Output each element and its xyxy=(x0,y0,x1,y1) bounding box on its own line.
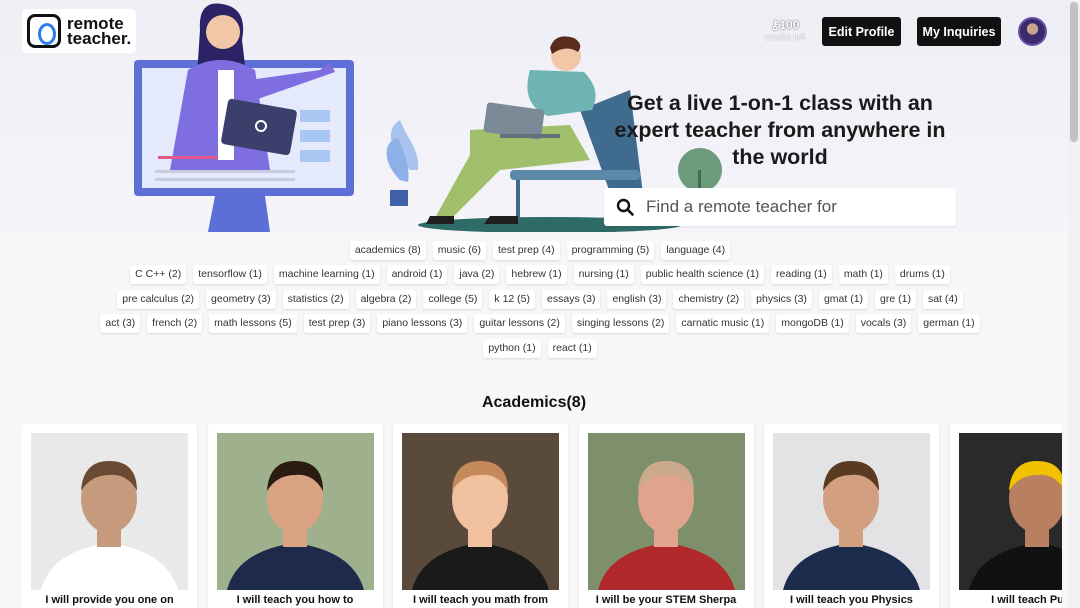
category-tag[interactable]: singing lessons (2) xyxy=(571,314,670,334)
credits-count: 100 xyxy=(779,18,800,32)
search-input[interactable] xyxy=(646,197,936,217)
category-tag[interactable]: reading (1) xyxy=(771,265,832,285)
scrollbar-thumb[interactable] xyxy=(1070,2,1078,142)
tag-row: python (1) react (1) xyxy=(100,336,980,361)
category-tag[interactable]: english (3) xyxy=(607,289,667,309)
search-bar[interactable] xyxy=(604,188,956,226)
category-tag[interactable]: physics (3) xyxy=(751,289,812,309)
category-tag[interactable]: math lessons (5) xyxy=(209,314,297,334)
teacher-card[interactable]: I will teach you how to xyxy=(207,424,383,608)
category-tag[interactable]: statistics (2) xyxy=(282,289,349,309)
page-scrollbar[interactable] xyxy=(1068,0,1080,608)
teacher-photo xyxy=(773,433,930,590)
tag-row: pre calculus (2) geometry (3) statistics (… xyxy=(100,287,980,312)
teacher-card-caption: I will teach Public xyxy=(991,594,1062,606)
category-tag[interactable]: act (3) xyxy=(100,314,141,334)
category-tag[interactable]: academics (8) xyxy=(349,240,426,260)
category-tag[interactable]: pre calculus (2) xyxy=(117,289,200,309)
logo-text: remote teacher. xyxy=(67,14,132,48)
category-tag[interactable]: java (2) xyxy=(454,265,500,285)
category-tags: academics (8) music (6) test prep (4) progr… xyxy=(100,238,980,361)
teacher-photo xyxy=(587,433,745,590)
search-icon xyxy=(616,198,634,216)
category-tag[interactable]: sat (4) xyxy=(922,289,963,309)
category-tag[interactable]: gmat (1) xyxy=(818,289,869,309)
tag-row: act (3) french (2) math lessons (5) test pr… xyxy=(100,312,980,337)
category-tag[interactable]: programming (5) xyxy=(566,240,655,260)
hero-title: Get a live 1-on-1 class with an expert t… xyxy=(614,91,946,169)
category-tag[interactable]: vocals (3) xyxy=(855,314,912,334)
teacher-card-caption: I will teach you Physics xyxy=(790,594,913,606)
teacher-card[interactable]: I will be your STEM Sherpa xyxy=(578,424,754,608)
category-tag[interactable]: test prep (4) xyxy=(492,240,560,260)
hero-banner: remote teacher. ⚷100 credits left Edit P… xyxy=(0,0,1068,232)
category-tag[interactable]: machine learning (1) xyxy=(273,265,380,285)
teacher-card[interactable]: I will teach Public xyxy=(949,424,1062,608)
page: remote teacher. ⚷100 credits left Edit P… xyxy=(0,0,1080,608)
credits-label: credits left xyxy=(764,32,806,42)
category-tag[interactable]: mongoDB (1) xyxy=(776,314,849,334)
category-tag[interactable]: nursing (1) xyxy=(573,265,634,285)
category-tag[interactable]: tensorflow (1) xyxy=(193,265,267,285)
category-tag[interactable]: python (1) xyxy=(483,338,541,358)
category-tag[interactable]: gre (1) xyxy=(875,289,916,309)
logo-icon xyxy=(27,14,61,48)
brand-logo[interactable]: remote teacher. xyxy=(22,9,136,53)
category-tag[interactable]: drums (1) xyxy=(894,265,950,285)
category-tag[interactable]: college (5) xyxy=(423,289,483,309)
teacher-card-caption: I will provide you one on xyxy=(45,594,174,606)
teacher-photo xyxy=(31,433,188,590)
category-tag[interactable]: public health science (1) xyxy=(640,265,765,285)
category-tag[interactable]: algebra (2) xyxy=(355,289,417,309)
section-title: Academics(8) xyxy=(481,394,587,411)
category-tag[interactable]: android (1) xyxy=(386,265,448,285)
category-tag[interactable]: essays (3) xyxy=(542,289,601,309)
category-tag[interactable]: hebrew (1) xyxy=(506,265,567,285)
category-tag[interactable]: react (1) xyxy=(547,338,597,358)
credits-indicator: ⚷100 credits left xyxy=(760,18,810,42)
edit-profile-button[interactable]: Edit Profile xyxy=(822,17,901,46)
user-avatar[interactable] xyxy=(1018,17,1047,46)
category-tag[interactable]: music (6) xyxy=(432,240,486,260)
category-tag[interactable]: chemistry (2) xyxy=(673,289,745,309)
category-tag[interactable]: language (4) xyxy=(661,240,731,260)
teacher-cards-carousel: I will provide you one on I will teach yo… xyxy=(22,424,1062,608)
teacher-card[interactable]: I will teach you Physics xyxy=(764,424,939,608)
hero-illustration-teacher xyxy=(134,3,354,232)
tag-row: C C++ (2) tensorflow (1) machine learning … xyxy=(100,263,980,288)
teacher-card-caption: I will be your STEM Sherpa xyxy=(595,594,737,606)
teacher-card[interactable]: I will teach you math from xyxy=(393,424,568,608)
category-tag[interactable]: C C++ (2) xyxy=(130,265,187,285)
category-tag[interactable]: geometry (3) xyxy=(206,289,276,309)
teacher-photo xyxy=(216,433,374,590)
category-tag[interactable]: math (1) xyxy=(838,265,888,285)
category-tag[interactable]: carnatic music (1) xyxy=(676,314,770,334)
teacher-card-caption: I will teach you math from xyxy=(412,594,549,606)
tag-row: academics (8) music (6) test prep (4) progr… xyxy=(100,238,980,263)
teacher-card-caption: I will teach you how to xyxy=(236,594,354,606)
category-tag[interactable]: guitar lessons (2) xyxy=(474,314,565,334)
category-tag[interactable]: french (2) xyxy=(147,314,203,334)
category-tag[interactable]: piano lessons (3) xyxy=(377,314,468,334)
my-inquiries-button[interactable]: My Inquiries xyxy=(917,17,1001,46)
teacher-photo xyxy=(958,433,1062,590)
category-tag[interactable]: german (1) xyxy=(918,314,980,334)
teacher-photo xyxy=(402,433,559,590)
category-tag[interactable]: k 12 (5) xyxy=(489,289,536,309)
category-tag[interactable]: test prep (3) xyxy=(303,314,371,334)
teacher-card[interactable]: I will provide you one on xyxy=(22,424,197,608)
